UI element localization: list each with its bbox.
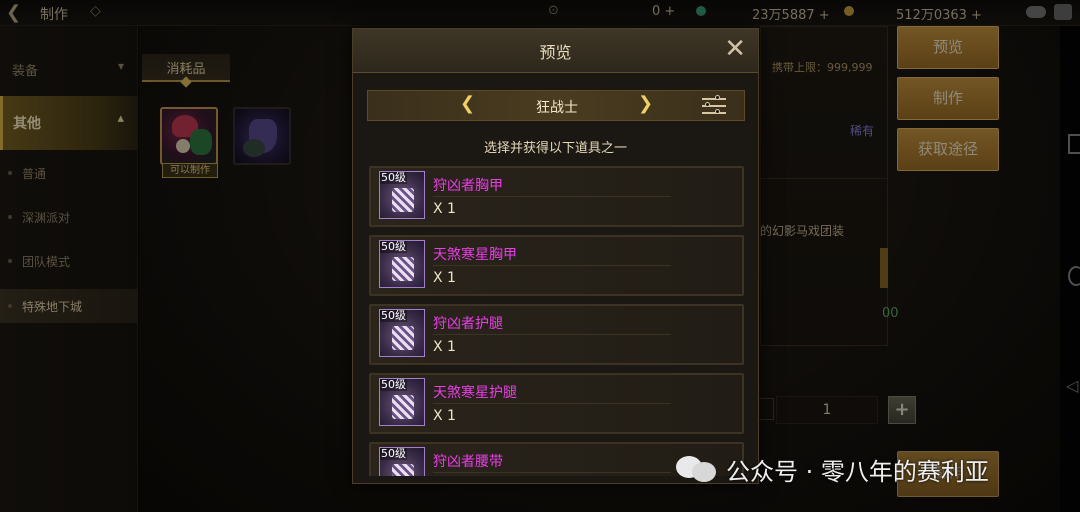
list-item[interactable]: 50级 狩凶者胸甲 X 1	[369, 166, 744, 227]
armor-item-icon: 50级	[379, 240, 425, 288]
modal-header: 预览 ✕	[353, 29, 758, 73]
chest-armor-icon	[392, 188, 414, 212]
belt-armor-icon	[392, 464, 414, 476]
chest-armor-icon	[392, 257, 414, 281]
filter-settings-icon[interactable]	[700, 95, 728, 117]
item-level: 50级	[380, 309, 407, 322]
divider	[433, 403, 671, 404]
item-level: 50级	[380, 447, 407, 460]
armor-item-icon: 50级	[379, 447, 425, 476]
leg-armor-icon	[392, 326, 414, 350]
item-name: 狩凶者腰带	[433, 454, 503, 470]
selection-hint: 选择并获得以下道具之一	[483, 141, 627, 156]
item-name: 天煞寒星胸甲	[433, 247, 517, 263]
leg-armor-icon	[392, 395, 414, 419]
item-quantity: X 1	[433, 339, 456, 355]
item-name: 狩凶者护腿	[433, 316, 503, 332]
class-selector: ❮ 狂战士 ❯	[367, 90, 745, 121]
item-name: 狩凶者胸甲	[433, 178, 503, 194]
list-item[interactable]: 50级 狩凶者护腿 X 1	[369, 304, 744, 365]
divider	[433, 334, 671, 335]
wechat-icon	[676, 454, 718, 482]
watermark-text: 公众号 · 零八年的赛利亚	[726, 458, 989, 486]
close-icon[interactable]: ✕	[724, 35, 746, 63]
item-name: 天煞寒星护腿	[433, 385, 517, 401]
item-level: 50级	[380, 240, 407, 253]
list-item[interactable]: 50级 天煞寒星胸甲 X 1	[369, 235, 744, 296]
modal-title: 预览	[539, 43, 572, 62]
item-level: 50级	[380, 378, 407, 391]
reward-list: 50级 狩凶者胸甲 X 1 50级 天煞寒星胸甲 X 1 50级 狩凶者护腿 X…	[369, 166, 747, 476]
chevron-right-icon[interactable]: ❯	[638, 93, 653, 114]
class-name: 狂战士	[536, 100, 578, 116]
divider	[433, 196, 671, 197]
armor-item-icon: 50级	[379, 378, 425, 426]
item-quantity: X 1	[433, 201, 456, 217]
divider	[433, 472, 671, 473]
preview-modal: 预览 ✕ ❮ 狂战士 ❯ 选择并获得以下道具之一 50级 狩凶者胸甲 X 1 5…	[352, 28, 759, 484]
armor-item-icon: 50级	[379, 171, 425, 219]
armor-item-icon: 50级	[379, 309, 425, 357]
list-item[interactable]: 50级 天煞寒星护腿 X 1	[369, 373, 744, 434]
divider	[433, 265, 671, 266]
item-quantity: X 1	[433, 408, 456, 424]
item-quantity: X 1	[433, 270, 456, 286]
item-level: 50级	[380, 171, 407, 184]
